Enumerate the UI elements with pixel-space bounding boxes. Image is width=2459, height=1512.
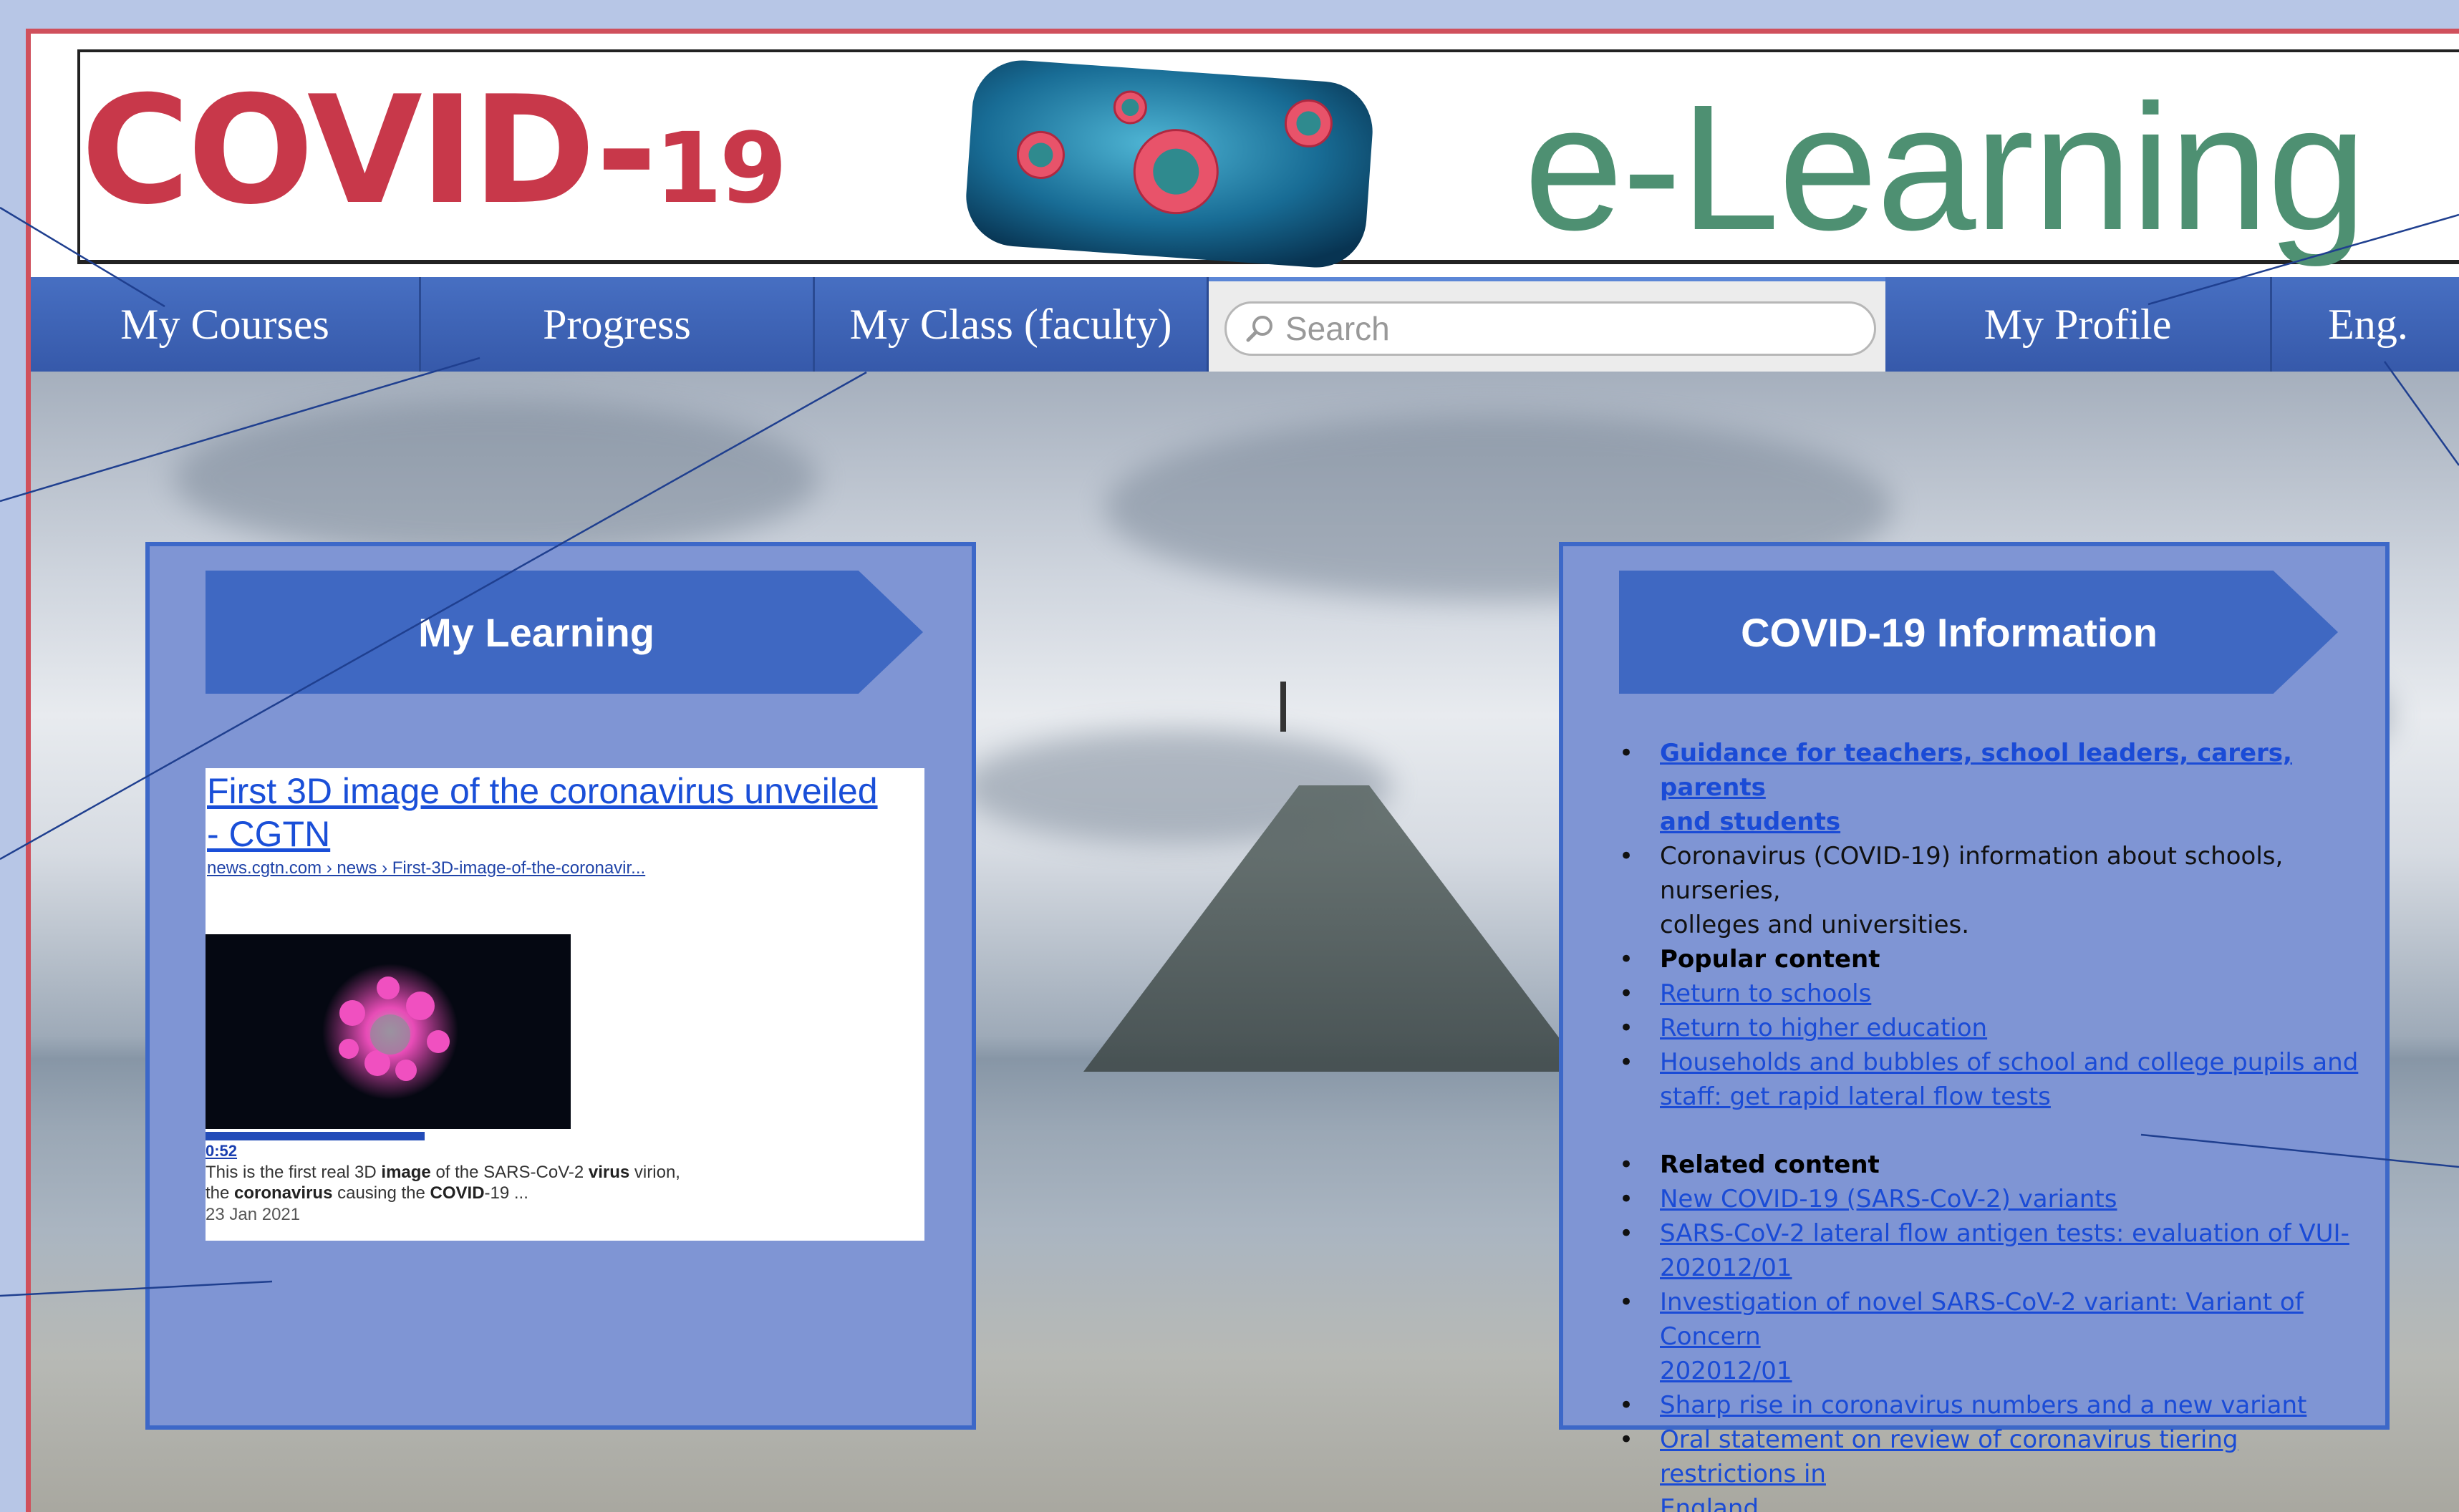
list-item: Investigation of novel SARS-CoV-2 varian… bbox=[1619, 1285, 2378, 1388]
info-text: Coronavirus (COVID-19) information about… bbox=[1660, 842, 2284, 939]
covid-title: COVID-19 bbox=[81, 64, 787, 238]
search-field[interactable] bbox=[1224, 301, 1876, 356]
list-item: Return to schools bbox=[1619, 976, 2378, 1011]
result-url[interactable]: news.cgtn.com › news › First-3D-image-of… bbox=[207, 858, 923, 878]
nav-language[interactable]: Eng. bbox=[2272, 277, 2459, 372]
result-snippet: This is the first real 3D image of the S… bbox=[206, 1163, 680, 1203]
lateral-flow-tests-link[interactable]: Households and bubbles of school and col… bbox=[1660, 1048, 2358, 1111]
virus-image bbox=[966, 60, 1373, 268]
sea-marker bbox=[1280, 682, 1286, 732]
video-progress-bar bbox=[206, 1132, 425, 1140]
page-frame: COVID-19 e-Learning My Courses Progress … bbox=[26, 29, 2459, 1512]
search-result-card: First 3D image of the coronavirus unveil… bbox=[206, 768, 924, 1241]
list-item: Popular content bbox=[1619, 942, 2378, 976]
related-content-heading: Related content bbox=[1660, 1150, 1880, 1179]
popular-content-heading: Popular content bbox=[1660, 945, 1880, 974]
covid-info-heading: COVID-19 Information bbox=[1619, 571, 2338, 694]
my-learning-panel: My Learning First 3D image of the corona… bbox=[145, 542, 976, 1430]
list-item: Households and bubbles of school and col… bbox=[1619, 1045, 2378, 1114]
tiering-restrictions-link[interactable]: Oral statement on review of coronavirus … bbox=[1660, 1425, 2238, 1512]
list-item: Coronavirus (COVID-19) information about… bbox=[1619, 839, 2378, 942]
video-thumbnail[interactable] bbox=[206, 934, 571, 1129]
search-input[interactable] bbox=[1285, 309, 1844, 348]
return-to-schools-link[interactable]: Return to schools bbox=[1660, 979, 1871, 1008]
list-item: New COVID-19 (SARS-CoV-2) variants bbox=[1619, 1182, 2378, 1216]
variant-investigation-link[interactable]: Investigation of novel SARS-CoV-2 varian… bbox=[1660, 1288, 2304, 1385]
lateral-flow-evaluation-link[interactable]: SARS-CoV-2 lateral flow antigen tests: e… bbox=[1660, 1219, 2349, 1282]
search-bar bbox=[1209, 277, 1885, 372]
my-learning-heading: My Learning bbox=[206, 571, 923, 694]
main-nav: My Courses Progress My Class (faculty) M… bbox=[31, 277, 2459, 372]
sharp-rise-link[interactable]: Sharp rise in coronavirus numbers and a … bbox=[1660, 1391, 2306, 1420]
coronavirus-3d-image bbox=[322, 964, 458, 1100]
covid-info-panel: COVID-19 Information Guidance for teache… bbox=[1559, 542, 2390, 1512]
nav-progress[interactable]: Progress bbox=[421, 277, 815, 372]
list-item: Related content bbox=[1619, 1148, 2378, 1182]
result-title-link[interactable]: First 3D image of the coronavirus unveil… bbox=[207, 770, 923, 856]
nav-my-class[interactable]: My Class (faculty) bbox=[815, 277, 1209, 372]
header-banner: COVID-19 e-Learning bbox=[31, 34, 2459, 277]
list-item: Return to higher education bbox=[1619, 1011, 2378, 1045]
return-to-higher-education-link[interactable]: Return to higher education bbox=[1660, 1014, 1987, 1042]
result-date: 23 Jan 2021 bbox=[206, 1205, 301, 1224]
video-duration[interactable]: 0:52 bbox=[206, 1142, 237, 1160]
list-item: Sharp rise in coronavirus numbers and a … bbox=[1619, 1388, 2378, 1423]
list-item: Oral statement on review of coronavirus … bbox=[1619, 1423, 2378, 1512]
elearning-title: e-Learning bbox=[1524, 67, 2367, 267]
new-variants-link[interactable]: New COVID-19 (SARS-CoV-2) variants bbox=[1660, 1185, 2117, 1213]
nav-my-courses[interactable]: My Courses bbox=[31, 277, 421, 372]
search-icon bbox=[1246, 316, 1272, 342]
list-item: SARS-CoV-2 lateral flow antigen tests: e… bbox=[1619, 1216, 2378, 1285]
list-spacer bbox=[1619, 1114, 2378, 1148]
guidance-link[interactable]: Guidance for teachers, school leaders, c… bbox=[1660, 739, 2292, 836]
list-item: Guidance for teachers, school leaders, c… bbox=[1619, 736, 2378, 839]
nav-my-profile[interactable]: My Profile bbox=[1885, 277, 2272, 372]
covid-info-list: Guidance for teachers, school leaders, c… bbox=[1619, 736, 2378, 1512]
